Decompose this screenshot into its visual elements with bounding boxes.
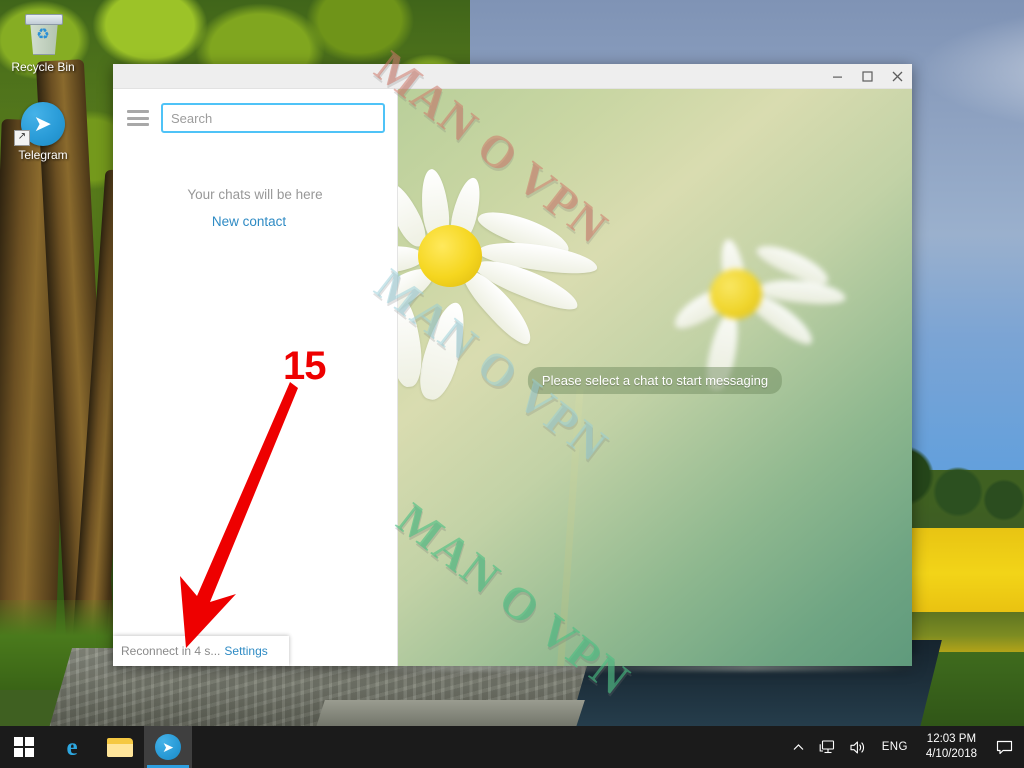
new-contact-link[interactable]: New contact <box>212 214 286 229</box>
window-body: Your chats will be here New contact Reco… <box>113 89 912 666</box>
recycle-bin-icon: ♻ <box>4 12 82 60</box>
maximize-button[interactable] <box>852 65 882 88</box>
windows-taskbar: e ➤ ENG 12:03 PM 4/10/2018 <box>0 726 1024 768</box>
sidebar-header <box>113 89 397 143</box>
desktop-icon-recycle-bin[interactable]: ♻ Recycle Bin <box>4 12 82 74</box>
clock-time: 12:03 PM <box>926 733 977 745</box>
taskbar-item-file-explorer[interactable] <box>96 726 144 768</box>
volume-icon <box>850 740 864 754</box>
connection-status-bar: Reconnect in 4 s... Settings <box>113 636 289 666</box>
clock-date: 4/10/2018 <box>925 748 977 760</box>
desktop-icon-telegram[interactable]: ➤ ↗ Telegram <box>4 100 82 162</box>
telegram-icon: ➤ ↗ <box>4 100 82 148</box>
window-titlebar[interactable] <box>113 64 912 89</box>
network-button[interactable] <box>812 726 843 768</box>
empty-state-title: Your chats will be here <box>187 187 323 202</box>
desktop-screen: ♻ Recycle Bin ➤ ↗ Telegram Search Your c… <box>0 0 1024 768</box>
volume-button[interactable] <box>843 726 874 768</box>
search-input[interactable] <box>161 103 385 133</box>
telegram-icon: ➤ <box>155 734 181 760</box>
network-icon <box>819 739 834 753</box>
connection-status-text: Reconnect in 4 s... <box>121 644 221 658</box>
shortcut-arrow-icon: ↗ <box>14 130 30 146</box>
notification-icon <box>996 740 1013 754</box>
telegram-window: Your chats will be here New contact Reco… <box>113 64 912 666</box>
chat-empty-placeholder: Please select a chat to start messaging <box>527 367 783 394</box>
taskbar-item-edge[interactable]: e <box>48 726 96 768</box>
close-button[interactable] <box>882 65 912 88</box>
desktop-icon-label: Recycle Bin <box>11 60 75 74</box>
windows-logo-icon <box>14 737 34 757</box>
start-button[interactable] <box>0 726 48 768</box>
hamburger-menu-icon[interactable] <box>127 110 149 126</box>
show-hidden-icons-button[interactable] <box>785 726 812 768</box>
chat-pane: Please select a chat to start messaging <box>398 89 912 666</box>
wallpaper-stem <box>555 389 584 666</box>
folder-icon <box>107 737 133 757</box>
taskbar-item-telegram[interactable]: ➤ <box>144 726 192 768</box>
connection-settings-link[interactable]: Settings <box>224 644 267 658</box>
clock[interactable]: 12:03 PM 4/10/2018 <box>916 726 987 768</box>
chevron-up-icon <box>793 743 804 750</box>
minimize-button[interactable] <box>822 65 852 88</box>
chat-list-sidebar: Your chats will be here New contact Reco… <box>113 89 398 666</box>
system-tray: ENG 12:03 PM 4/10/2018 <box>785 726 1024 768</box>
language-indicator[interactable]: ENG <box>874 726 916 768</box>
desktop-icon-label: Telegram <box>18 148 68 162</box>
chat-list-empty-state: Your chats will be here New contact <box>113 187 397 231</box>
action-center-button[interactable] <box>987 726 1024 768</box>
edge-icon: e <box>66 733 78 761</box>
